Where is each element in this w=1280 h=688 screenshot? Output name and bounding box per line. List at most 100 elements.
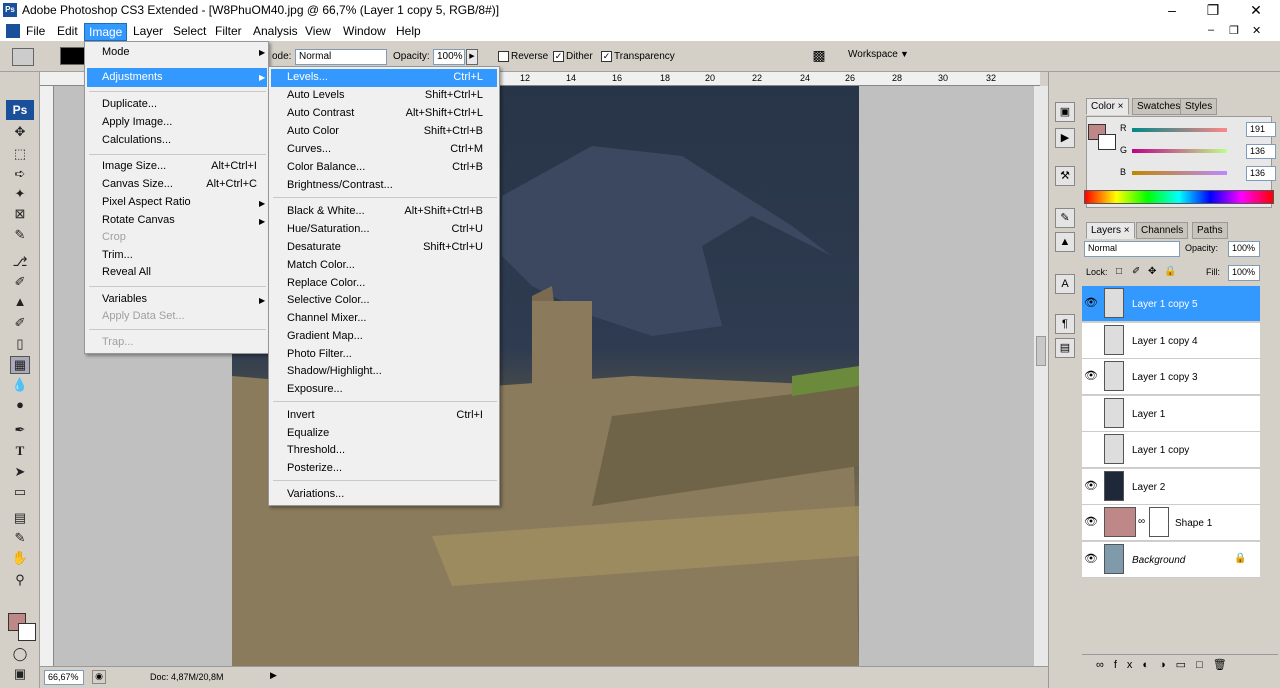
green-slider[interactable] bbox=[1132, 149, 1227, 153]
path-selection-tool-icon[interactable]: ➤ bbox=[10, 464, 30, 482]
layers-opacity-input[interactable]: 100% bbox=[1228, 241, 1260, 257]
menu-item-trim[interactable]: Trim... bbox=[102, 249, 133, 261]
history-brush-tool-icon[interactable]: ✐ bbox=[10, 315, 30, 333]
menu-item-canvas-size[interactable]: Canvas Size... bbox=[102, 178, 173, 190]
menu-layer[interactable]: Layer bbox=[129, 23, 167, 39]
notes-tool-icon[interactable]: ▤ bbox=[10, 510, 30, 528]
clone-stamp-tool-icon[interactable]: ▲ bbox=[10, 294, 30, 312]
eraser-tool-icon[interactable]: ▯ bbox=[10, 336, 30, 354]
status-arrow-icon[interactable]: ▶ bbox=[270, 670, 277, 681]
menu-help[interactable]: Help bbox=[392, 23, 425, 39]
menu-item-threshold[interactable]: Threshold... bbox=[287, 444, 345, 456]
menu-item-mode[interactable]: Mode bbox=[102, 46, 130, 58]
menu-item-black-white[interactable]: Black & White... bbox=[287, 205, 365, 217]
close-icon[interactable]: ✕ bbox=[1246, 2, 1266, 19]
menu-item-auto-contrast[interactable]: Auto Contrast bbox=[287, 107, 354, 119]
menu-item-apply-image[interactable]: Apply Image... bbox=[102, 116, 172, 128]
tool-presets-icon[interactable]: ⚒ bbox=[1055, 166, 1075, 186]
color-spectrum-ramp[interactable] bbox=[1084, 190, 1274, 204]
brushes-icon[interactable]: ✎ bbox=[1055, 208, 1075, 228]
menu-item-shadow-highlight[interactable]: Shadow/Highlight... bbox=[287, 365, 382, 377]
menu-item-gradient-map[interactable]: Gradient Map... bbox=[287, 330, 363, 342]
menu-item-variations[interactable]: Variations... bbox=[287, 488, 344, 500]
green-value-input[interactable]: 136 bbox=[1246, 144, 1276, 159]
lock-transparency-icon[interactable]: □ bbox=[1116, 266, 1122, 277]
layers-footer-buttons[interactable]: ∞fx◐◑▭□🗑 bbox=[1082, 654, 1278, 674]
menu-item-match-color[interactable]: Match Color... bbox=[287, 259, 355, 271]
lasso-tool-icon[interactable]: ➪ bbox=[10, 166, 30, 184]
zoom-level-input[interactable]: 66,67% bbox=[44, 670, 84, 685]
menu-item-invert[interactable]: Invert bbox=[287, 409, 315, 421]
layer-name[interactable]: Layer 2 bbox=[1132, 482, 1165, 493]
scrollbar-thumb[interactable] bbox=[1036, 336, 1046, 366]
lock-all-icon[interactable]: 🔒 bbox=[1164, 266, 1176, 277]
crop-tool-icon[interactable]: ⊠ bbox=[10, 206, 30, 224]
reverse-checkbox[interactable] bbox=[498, 51, 509, 62]
blue-slider[interactable] bbox=[1132, 171, 1227, 175]
lock-position-icon[interactable]: ✥ bbox=[1148, 266, 1156, 277]
menu-item-auto-color[interactable]: Auto Color bbox=[287, 125, 339, 137]
workspace-dropdown-icon[interactable]: ▼ bbox=[900, 49, 909, 59]
layer-name[interactable]: Layer 1 copy 3 bbox=[1132, 372, 1198, 383]
dodge-tool-icon[interactable]: ● bbox=[10, 397, 30, 415]
layer-name[interactable]: Layer 1 bbox=[1132, 409, 1165, 420]
menu-item-hue-saturation[interactable]: Hue/Saturation... bbox=[287, 223, 370, 235]
blue-value-input[interactable]: 136 bbox=[1246, 166, 1276, 181]
type-tool-icon[interactable]: T bbox=[10, 443, 30, 461]
gradient-tool-preset-icon[interactable] bbox=[12, 48, 34, 66]
layer-name[interactable]: Layer 1 copy bbox=[1132, 445, 1189, 456]
document-icon[interactable] bbox=[6, 24, 20, 38]
menu-item-channel-mixer[interactable]: Channel Mixer... bbox=[287, 312, 366, 324]
red-slider[interactable] bbox=[1132, 128, 1227, 132]
actions-icon[interactable]: ▶ bbox=[1055, 128, 1075, 148]
info-icon[interactable]: ▤ bbox=[1055, 338, 1075, 358]
tab-swatches[interactable]: Swatches bbox=[1132, 98, 1186, 115]
menu-item-posterize[interactable]: Posterize... bbox=[287, 462, 342, 474]
layer-name[interactable]: Background bbox=[1132, 555, 1185, 566]
opacity-input[interactable]: 100% bbox=[433, 49, 465, 65]
menu-item-reveal-all[interactable]: Reveal All bbox=[102, 266, 151, 278]
layer-name[interactable]: Layer 1 copy 4 bbox=[1132, 336, 1198, 347]
workspace-button[interactable]: Workspace bbox=[848, 49, 898, 60]
menu-edit[interactable]: Edit bbox=[53, 23, 82, 39]
eye-icon[interactable]: 👁 bbox=[1083, 515, 1099, 531]
menu-item-auto-levels[interactable]: Auto Levels bbox=[287, 89, 344, 101]
layer-name[interactable]: Shape 1 bbox=[1175, 518, 1212, 529]
pen-tool-icon[interactable]: ✒ bbox=[10, 422, 30, 440]
menu-item-curves[interactable]: Curves... bbox=[287, 143, 331, 155]
tab-channels[interactable]: Channels bbox=[1136, 222, 1189, 239]
doc-restore-icon[interactable]: ❐ bbox=[1229, 24, 1239, 37]
menu-image[interactable]: Image bbox=[84, 23, 128, 41]
menu-item-variables[interactable]: Variables bbox=[102, 293, 147, 305]
tab-paths[interactable]: Paths bbox=[1192, 222, 1228, 239]
menu-item-adjustments[interactable]: Adjustments bbox=[87, 68, 267, 87]
lock-image-icon[interactable]: ✐ bbox=[1132, 266, 1140, 277]
background-color-swatch[interactable] bbox=[18, 623, 36, 641]
navigator-icon[interactable]: ▣ bbox=[1055, 102, 1075, 122]
menu-analysis[interactable]: Analysis bbox=[249, 23, 302, 39]
menu-item-selective-color[interactable]: Selective Color... bbox=[287, 294, 370, 306]
eyedropper-sample-tool-icon[interactable]: ✎ bbox=[10, 530, 30, 548]
tab-color[interactable]: Color × bbox=[1086, 98, 1129, 115]
menu-item-color-balance[interactable]: Color Balance... bbox=[287, 161, 365, 173]
blur-tool-icon[interactable]: 💧 bbox=[10, 377, 30, 395]
transparency-checkbox[interactable]: ✓ bbox=[601, 51, 612, 62]
menu-item-replace-color[interactable]: Replace Color... bbox=[287, 277, 365, 289]
mode-select[interactable]: Normal bbox=[295, 49, 387, 65]
menu-item-pixel-aspect-ratio[interactable]: Pixel Aspect Ratio bbox=[102, 196, 191, 208]
doc-close-icon[interactable]: ✕ bbox=[1252, 24, 1261, 37]
menu-window[interactable]: Window bbox=[339, 23, 390, 39]
layer-name[interactable]: Layer 1 copy 5 bbox=[1132, 299, 1198, 310]
menu-filter[interactable]: Filter bbox=[211, 23, 246, 39]
bridge-icon[interactable]: ▩ bbox=[808, 47, 830, 65]
menu-item-equalize[interactable]: Equalize bbox=[287, 427, 329, 439]
minimize-icon[interactable]: – bbox=[1162, 2, 1182, 18]
opacity-arrow-icon[interactable]: ▶ bbox=[466, 49, 478, 65]
screen-mode-icon[interactable]: ▣ bbox=[10, 666, 30, 684]
menu-select[interactable]: Select bbox=[169, 23, 210, 39]
dither-checkbox[interactable]: ✓ bbox=[553, 51, 564, 62]
tab-styles[interactable]: Styles bbox=[1180, 98, 1218, 115]
menu-item-desaturate[interactable]: Desaturate bbox=[287, 241, 341, 253]
doc-minimize-icon[interactable]: – bbox=[1208, 24, 1214, 36]
eyedropper-tool-icon[interactable]: ✎ bbox=[10, 227, 30, 245]
